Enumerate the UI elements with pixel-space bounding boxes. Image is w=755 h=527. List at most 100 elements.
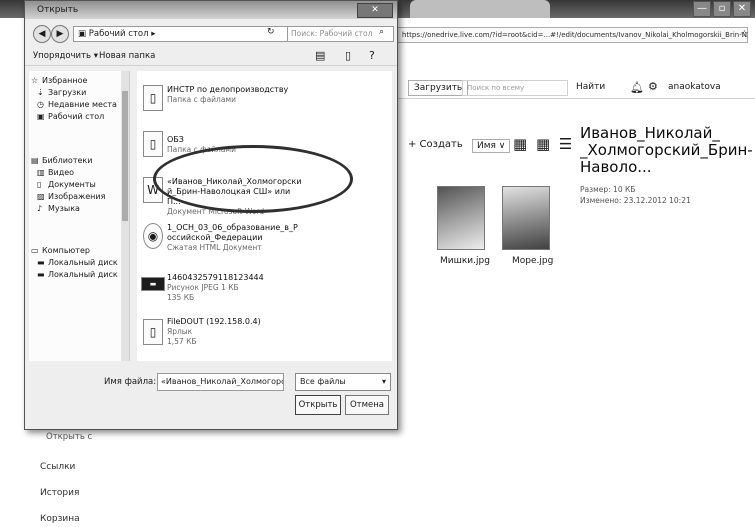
forward-button[interactable]: ▶ <box>51 25 69 43</box>
nav-downloads[interactable]: ⇣ Загрузки <box>37 87 86 98</box>
file-name: 1_ОСН_03_06_образование_в_Р оссийской_Фе… <box>167 223 298 242</box>
library-icon: ▤ <box>31 156 39 165</box>
details-title: Иванов_Николай_ _Холмогорский_Брин- Наво… <box>580 124 753 176</box>
find-link[interactable]: Найти <box>576 82 605 92</box>
folder-icon[interactable]: ▯ <box>143 131 163 157</box>
nav-documents[interactable]: ▯ Документы <box>37 179 96 190</box>
open-button[interactable]: Открыть <box>295 395 341 415</box>
bell-icon[interactable]: 🔔︎ <box>630 81 644 94</box>
music-icon: ♪ <box>37 204 43 213</box>
nav-recent-places[interactable]: ◷ Недавние места <box>37 99 117 110</box>
file-size: 135 КБ <box>167 293 195 302</box>
nav-label: Изображения <box>48 192 106 201</box>
file-row[interactable]: ИНСТР по делопроизводству Папка с файлам… <box>167 85 288 105</box>
cancel-button[interactable]: Отмена <box>345 395 389 415</box>
dialog-address-bar[interactable]: ▣ Рабочий стол ▸ <box>73 26 293 42</box>
details-meta: Размер: 10 КБ Изменено: 23.12.2012 10:21 <box>580 184 691 206</box>
file-type: Рисунок JPEG 1 КБ <box>167 283 239 292</box>
browser-address-bar[interactable]: https://onedrive.live.com/?id=root&cid=.… <box>395 27 748 43</box>
dialog-title: Открыть <box>37 5 79 15</box>
view-switch-icons[interactable]: ▦ ▦ ☰ <box>513 135 574 153</box>
nav-favorites[interactable]: ☆ Избранное <box>31 75 87 86</box>
photo-thumbnail[interactable] <box>437 186 485 250</box>
download-icon: ⇣ <box>37 88 44 97</box>
nav-local-disk[interactable]: ▬ Локальный диск <box>37 257 118 268</box>
window-controls: — ▫ ✕ <box>691 1 751 17</box>
sort-dropdown[interactable]: Имя ∨ <box>472 139 511 153</box>
user-name[interactable]: anaokatova <box>668 82 721 92</box>
filename-input[interactable]: «Иванов_Николай_Холмогорски <box>157 373 284 391</box>
filetype-value: Все файлы <box>300 377 346 386</box>
image-file-icon[interactable]: ▬ <box>141 277 165 291</box>
nav-libraries[interactable]: ▤ Библиотеки <box>31 155 92 166</box>
cloud-search-input[interactable]: Поиск по всему <box>462 80 568 96</box>
search-icon[interactable]: ⌕ <box>379 27 384 37</box>
gear-icon[interactable]: ⚙ <box>648 80 658 93</box>
nav-label: Загрузки <box>48 88 87 97</box>
nav-label: Недавние места <box>48 100 117 109</box>
file-type: Сжатая HTML Документ <box>167 243 262 252</box>
nav-video[interactable]: ▥ Видео <box>37 167 74 178</box>
details-size: Размер: 10 КБ <box>580 185 636 194</box>
organize-button[interactable]: Упорядочить ▾ <box>33 51 98 61</box>
file-name: ОБЗ <box>167 135 184 144</box>
close-icon[interactable]: ✕ <box>733 1 751 17</box>
nav-music[interactable]: ♪ Музыка <box>37 203 80 214</box>
photo-thumbnail[interactable] <box>502 186 550 250</box>
nav-label: Локальный диск <box>48 270 118 279</box>
nav-label: Рабочий стол <box>48 112 105 121</box>
nav-desktop[interactable]: ▣ Рабочий стол <box>37 111 104 122</box>
maximize-icon[interactable]: ▫ <box>713 1 731 17</box>
filetype-select[interactable]: Все файлы ▾ <box>295 373 391 391</box>
browser-document-icon[interactable]: ◉ <box>143 223 163 249</box>
preview-pane-icon[interactable]: ▯ <box>345 49 351 62</box>
create-button[interactable]: + Создать <box>408 139 463 150</box>
folder-icon[interactable]: ▯ <box>143 85 163 111</box>
nav-label: Библиотеки <box>42 156 93 165</box>
nav-local-disk[interactable]: ▬ Локальный диск <box>37 269 118 280</box>
disk-icon: ▬ <box>37 270 45 279</box>
filename-label: Имя файла: <box>104 377 157 387</box>
link-trash[interactable]: Корзина <box>40 514 80 524</box>
browser-tab[interactable] <box>410 0 550 18</box>
nav-label: Документы <box>48 180 96 189</box>
file-type: Ярлык <box>167 327 193 336</box>
help-icon[interactable]: ? <box>369 49 375 62</box>
thumbnail-label[interactable]: Мишки.jpg <box>440 256 490 266</box>
nav-label: Компьютер <box>42 246 90 255</box>
back-button[interactable]: ◀ <box>33 25 51 43</box>
clock-icon: ◷ <box>37 100 44 109</box>
dialog-search-input[interactable]: Поиск: Рабочий стол <box>287 26 394 42</box>
nav-computer[interactable]: ▭ Компьютер <box>31 245 90 256</box>
shortcut-icon[interactable]: ▯ <box>143 319 163 345</box>
highlight-ellipse <box>153 145 353 213</box>
file-row[interactable]: 1460432579118123444 Рисунок JPEG 1 КБ 13… <box>167 273 264 303</box>
thumbnail-label[interactable]: Море.jpg <box>512 256 553 266</box>
nav-label: Избранное <box>42 76 88 85</box>
file-name: FileDOUT (192.158.0.4) <box>167 317 261 326</box>
link-links[interactable]: Ссылки <box>40 462 75 472</box>
dialog-titlebar: Открыть ✕ <box>25 1 397 19</box>
nav-scrollbar-thumb[interactable] <box>122 91 128 221</box>
nav-label: Локальный диск <box>48 258 118 267</box>
star-icon[interactable]: ☆ <box>740 29 749 40</box>
dialog-close-button[interactable]: ✕ <box>357 3 393 18</box>
details-modified: Изменено: 23.12.2012 10:21 <box>580 196 691 205</box>
chevron-down-icon: ▾ <box>381 377 386 386</box>
open-file-dialog: Открыть ✕ ◀ ▶ ▣ Рабочий стол ▸ ↻ Поиск: … <box>24 0 398 430</box>
file-size: 1,57 КБ <box>167 337 197 346</box>
nav-label: Видео <box>48 168 75 177</box>
minimize-icon[interactable]: — <box>693 1 711 17</box>
new-folder-button[interactable]: Новая папка <box>99 51 155 61</box>
view-options-icon[interactable]: ▤ <box>315 49 325 62</box>
file-name: 1460432579118123444 <box>167 273 264 282</box>
file-row[interactable]: 1_ОСН_03_06_образование_в_Р оссийской_Фе… <box>167 223 307 253</box>
file-type: Папка с файлами <box>167 95 236 104</box>
nav-label: Музыка <box>48 204 80 213</box>
file-row[interactable]: FileDOUT (192.158.0.4) Ярлык 1,57 КБ <box>167 317 261 347</box>
link-history[interactable]: История <box>40 488 79 498</box>
star-icon: ☆ <box>31 76 39 85</box>
nav-pictures[interactable]: ▨ Изображения <box>37 191 105 202</box>
refresh-icon[interactable]: ↻ <box>267 27 275 37</box>
upload-button[interactable]: Загрузить <box>408 80 469 96</box>
